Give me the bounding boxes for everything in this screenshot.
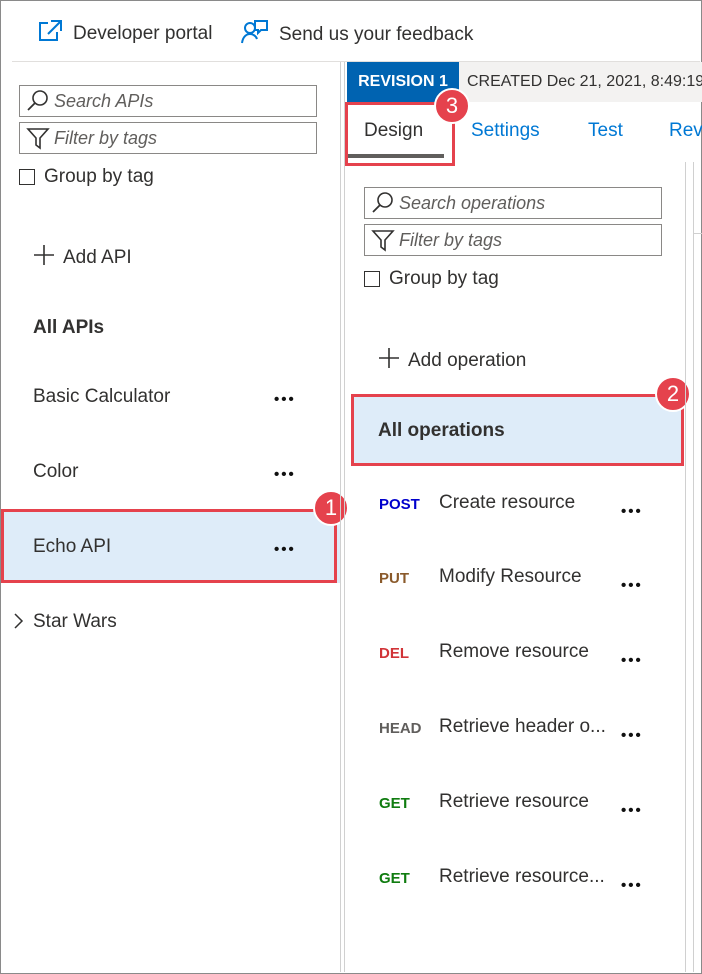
tab-revisions[interactable]: Rev <box>669 120 702 142</box>
panel-divider <box>694 233 702 234</box>
panel-divider <box>344 62 345 972</box>
more-options-icon[interactable]: ••• <box>621 803 643 818</box>
operation-name: Create resource <box>439 492 576 513</box>
search-apis-placeholder: Search APIs <box>54 90 154 111</box>
filter-icon <box>370 227 396 253</box>
add-api-button[interactable]: Add API <box>33 244 132 271</box>
operation-name: Retrieve resource... <box>439 866 605 887</box>
panel-divider <box>693 162 694 972</box>
more-options-icon[interactable]: ••• <box>274 467 296 482</box>
operation-item[interactable]: GET Retrieve resource ••• <box>347 777 685 847</box>
revision-bar: REVISION 1 CREATED Dec 21, 2021, 8:49:19… <box>347 62 702 102</box>
add-operation-button[interactable]: Add operation <box>378 347 526 374</box>
method-badge: HEAD <box>379 720 422 737</box>
filter-operations-by-tags-input[interactable]: Filter by tags <box>364 224 662 256</box>
tab-test[interactable]: Test <box>588 120 623 142</box>
checkbox-box[interactable] <box>19 169 35 185</box>
more-options-icon[interactable]: ••• <box>621 878 643 893</box>
plus-icon <box>378 347 400 374</box>
operation-item[interactable]: HEAD Retrieve header o... ••• <box>347 702 685 772</box>
callout-highlight-all-operations <box>351 394 684 466</box>
search-icon <box>25 88 51 114</box>
operation-item[interactable]: POST Create resource ••• <box>347 478 685 548</box>
method-badge: DEL <box>379 645 409 662</box>
search-icon <box>370 190 396 216</box>
method-badge: POST <box>379 496 420 513</box>
method-badge: GET <box>379 870 410 887</box>
filter-apis-placeholder: Filter by tags <box>54 127 158 148</box>
more-options-icon[interactable]: ••• <box>621 653 643 668</box>
filter-icon <box>25 125 51 151</box>
search-operations-placeholder: Search operations <box>399 192 546 213</box>
filter-operations-placeholder: Filter by tags <box>399 229 503 250</box>
operation-name: Retrieve resource <box>439 791 589 812</box>
tab-settings[interactable]: Settings <box>471 120 540 142</box>
developer-portal-button[interactable]: Developer portal <box>37 19 212 48</box>
external-link-icon <box>37 19 63 48</box>
search-operations-input[interactable]: Search operations <box>364 187 662 219</box>
api-item-label: Color <box>33 461 79 482</box>
chevron-right-icon[interactable] <box>12 612 24 635</box>
api-item-label: Basic Calculator <box>33 386 171 407</box>
api-item-color[interactable]: Color ••• <box>1 442 340 504</box>
developer-portal-label: Developer portal <box>73 22 213 44</box>
api-item-basic-calculator[interactable]: Basic Calculator ••• <box>1 367 340 429</box>
top-toolbar: Developer portal Send us your feedback <box>1 1 701 61</box>
operation-name: Modify Resource <box>439 566 582 587</box>
add-operation-label: Add operation <box>408 349 527 371</box>
callout-highlight-echo-api <box>1 509 337 583</box>
operation-name: Remove resource <box>439 641 589 662</box>
operation-item[interactable]: GET Retrieve resource... ••• <box>347 852 685 922</box>
more-options-icon[interactable]: ••• <box>621 504 643 519</box>
feedback-label: Send us your feedback <box>279 23 474 45</box>
group-by-tag-operations-checkbox[interactable]: Group by tag <box>364 268 499 290</box>
revision-created-text: CREATED Dec 21, 2021, 8:49:19 A <box>467 73 702 90</box>
group-by-tag-apis-checkbox[interactable]: Group by tag <box>19 166 154 188</box>
panel-divider <box>340 62 341 972</box>
add-api-label: Add API <box>63 246 132 268</box>
operation-item[interactable]: DEL Remove resource ••• <box>347 627 685 697</box>
operation-item[interactable]: PUT Modify Resource ••• <box>347 552 685 622</box>
feedback-button[interactable]: Send us your feedback <box>241 19 473 50</box>
more-options-icon[interactable]: ••• <box>621 728 643 743</box>
plus-icon <box>33 244 55 271</box>
feedback-person-icon <box>241 19 269 50</box>
callout-badge-3: 3 <box>434 88 470 124</box>
api-item-star-wars[interactable]: Star Wars <box>1 592 340 654</box>
more-options-icon[interactable]: ••• <box>621 578 643 593</box>
api-item-label: Star Wars <box>33 611 117 632</box>
operation-name: Retrieve header o... <box>439 716 606 737</box>
all-apis-heading[interactable]: All APIs <box>33 317 104 339</box>
search-apis-input[interactable]: Search APIs <box>19 85 317 117</box>
method-badge: PUT <box>379 570 409 587</box>
panel-divider <box>685 162 686 972</box>
group-by-tag-label: Group by tag <box>44 166 154 187</box>
more-options-icon[interactable]: ••• <box>274 392 296 407</box>
checkbox-box[interactable] <box>364 271 380 287</box>
method-badge: GET <box>379 795 410 812</box>
filter-apis-by-tags-input[interactable]: Filter by tags <box>19 122 317 154</box>
group-by-tag-label: Group by tag <box>389 268 499 289</box>
